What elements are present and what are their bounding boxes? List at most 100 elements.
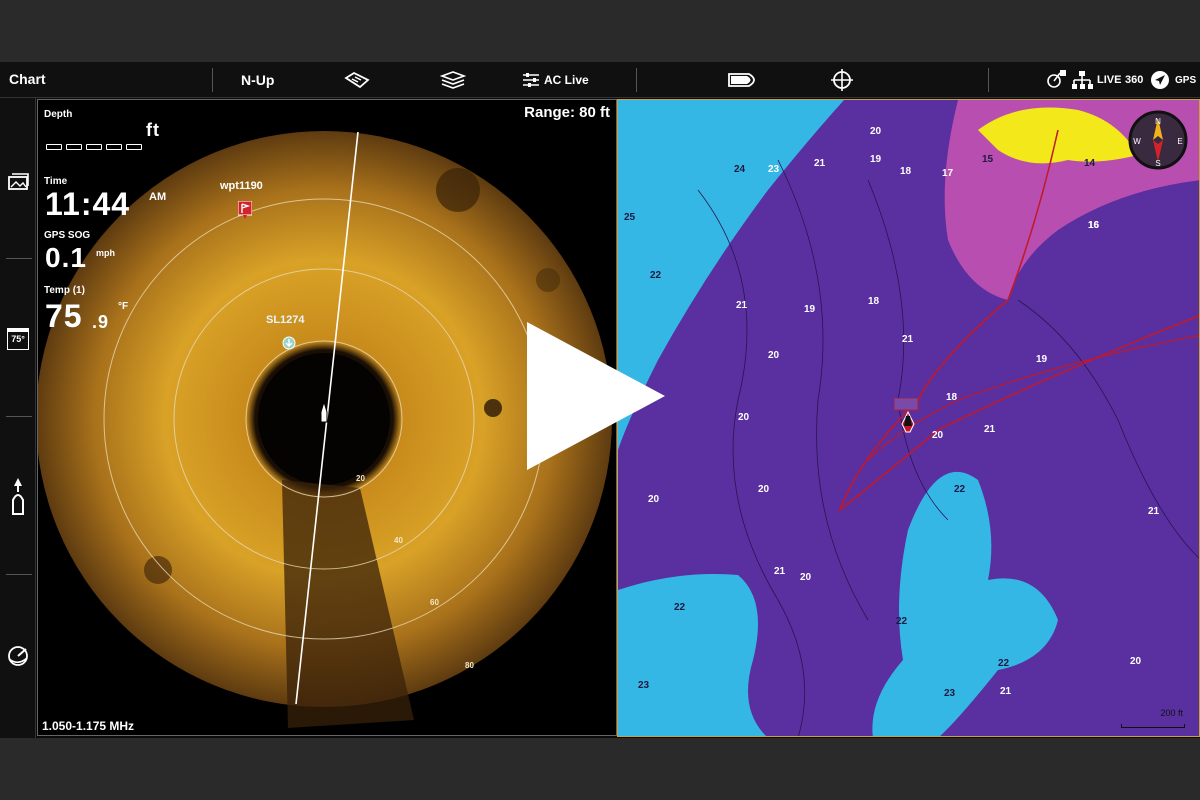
temp-label: Temp (1) <box>44 285 85 296</box>
map-edit-icon <box>344 71 370 89</box>
image-gallery-icon[interactable] <box>6 170 30 194</box>
sonar-360-icon[interactable] <box>6 644 30 668</box>
sog-unit: mph <box>96 248 115 258</box>
depth-sounding: 19 <box>1036 354 1048 365</box>
depth-sounding: 25 <box>624 212 636 223</box>
depth-sounding: 19 <box>804 304 816 315</box>
frequency-readout: 1.050-1.175 MHz <box>42 719 135 733</box>
depth-sounding: 20 <box>932 430 944 441</box>
scale-label: 200 ft <box>1160 708 1183 718</box>
boat-view-button[interactable] <box>727 69 761 91</box>
depth-sounding: 20 <box>738 412 750 423</box>
depth-sounding: 23 <box>768 164 780 175</box>
depth-sounding: 23 <box>638 680 650 691</box>
depth-sounding: 21 <box>736 300 748 311</box>
depth-sounding: 15 <box>982 154 994 165</box>
chart-tool-button[interactable] <box>344 69 370 91</box>
depth-sounding: 22 <box>998 658 1010 669</box>
depth-label: Depth <box>44 109 73 120</box>
toolbar-divider <box>212 68 213 92</box>
sonar-status-icon[interactable] <box>1045 69 1067 91</box>
360-status[interactable]: 360 <box>1125 69 1143 91</box>
depth-sounding: 19 <box>870 154 882 165</box>
depth-sounding: 20 <box>800 572 812 583</box>
depth-placeholder <box>106 144 122 150</box>
play-icon[interactable] <box>527 322 665 470</box>
depth-sounding: 21 <box>814 158 826 169</box>
depth-sounding: 23 <box>944 688 956 699</box>
chart-pane[interactable]: 25 24 23 21 20 19 18 17 16 15 14 22 21 1… <box>617 99 1200 737</box>
depth-sounding: 20 <box>758 484 770 495</box>
depth-placeholder <box>126 144 142 150</box>
ac-live-button[interactable]: AC Live <box>522 69 589 91</box>
depth-sounding: 21 <box>1000 686 1012 697</box>
view-title: Chart <box>9 71 46 87</box>
sliders-icon <box>523 73 539 87</box>
depth-sounding: 21 <box>1148 506 1160 517</box>
depth-sounding: 22 <box>896 616 908 627</box>
compass-south: S <box>1155 159 1160 168</box>
waypoint-flag-icon[interactable] <box>238 201 252 219</box>
depth-sounding: 18 <box>946 392 958 403</box>
temperature-button[interactable]: 75° <box>7 328 29 350</box>
compass-east: E <box>1177 137 1182 146</box>
left-sidebar: 75° <box>0 98 36 738</box>
toolbar-divider <box>988 68 989 92</box>
waypoint-label: wpt1190 <box>220 180 263 192</box>
gps-status[interactable]: GPS <box>1175 69 1196 91</box>
temp-unit: °F <box>118 301 129 312</box>
sidebar-divider <box>6 416 32 417</box>
network-icon <box>1072 71 1093 89</box>
time-value: 11:44 <box>45 186 131 222</box>
depth-sounding: 20 <box>1130 656 1142 667</box>
temp-decimal: .9 <box>92 312 110 332</box>
depth-sounding: 24 <box>734 164 746 175</box>
depth-sounding: 20 <box>768 350 780 361</box>
toolbar-divider <box>636 68 637 92</box>
depth-placeholder <box>46 144 62 150</box>
crosshair-button[interactable] <box>830 69 854 91</box>
ac-live-label: AC Live <box>544 73 589 87</box>
navigation-status[interactable] <box>1150 69 1170 91</box>
depth-sounding: 17 <box>942 168 954 179</box>
boat-position-icon[interactable] <box>6 476 30 520</box>
ring-label: 20 <box>356 474 365 483</box>
boat-icon <box>728 73 755 87</box>
depth-unit: ft <box>146 120 160 140</box>
compass-north: N <box>1155 117 1161 126</box>
ring-label: 40 <box>394 536 403 545</box>
sog-label: GPS SOG <box>44 230 91 241</box>
depth-sounding: 22 <box>954 484 966 495</box>
sidebar-divider <box>6 258 32 259</box>
scale-bar <box>1121 724 1185 728</box>
live-status[interactable]: LIVE <box>1097 69 1121 91</box>
sog-value: 0.1 <box>45 242 87 273</box>
depth-sounding: 20 <box>870 126 882 137</box>
depth-sounding: 21 <box>984 424 996 435</box>
depth-placeholder <box>86 144 102 150</box>
depth-sounding: 16 <box>1088 220 1100 231</box>
depth-sounding: 18 <box>900 166 912 177</box>
ring-label: 80 <box>465 661 474 670</box>
waypoint-label: SL1274 <box>266 314 305 326</box>
depth-sounding: 21 <box>902 334 914 345</box>
orientation-button[interactable]: N-Up <box>241 69 274 91</box>
top-toolbar: Chart N-Up AC Live LIVE 360 GPS <box>0 62 1200 98</box>
navigation-arrow-icon <box>1151 71 1169 89</box>
network-status-icon[interactable] <box>1071 69 1093 91</box>
compass-west: W <box>1133 137 1141 146</box>
sonar-link-icon <box>1047 70 1066 88</box>
waypoint-marker-icon[interactable] <box>282 336 296 354</box>
compass-icon[interactable]: N E S W <box>1128 110 1188 170</box>
layers-button[interactable] <box>440 69 466 91</box>
depth-sounding: 22 <box>650 270 662 281</box>
map-scale-bar: 200 ft <box>1121 708 1185 728</box>
sidebar-divider <box>6 574 32 575</box>
depth-sounding: 14 <box>1084 158 1096 169</box>
crosshair-icon <box>831 69 853 91</box>
range-readout[interactable]: Range: 80 ft <box>524 104 610 121</box>
depth-sounding: 21 <box>774 566 786 577</box>
layers-icon <box>440 71 466 89</box>
ring-label: 60 <box>430 598 439 607</box>
depth-sounding: 18 <box>868 296 880 307</box>
